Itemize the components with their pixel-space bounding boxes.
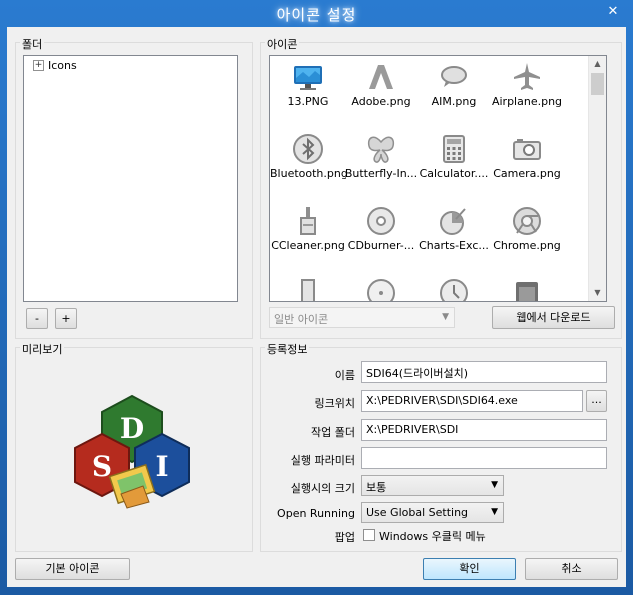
window-title: 아이콘 설정: [276, 6, 357, 24]
icon-item[interactable]: CDburner-...: [343, 204, 419, 252]
icon-item[interactable]: Airplane.png: [489, 60, 565, 108]
icon-label: AIM.png: [431, 95, 477, 108]
params-label: 실행 파라미터: [290, 454, 355, 467]
icon-item[interactable]: Camera.png: [489, 132, 565, 180]
open-running-label: Open Running: [277, 507, 355, 520]
work-folder-field[interactable]: X:\PEDRIVER\SDI: [361, 419, 607, 441]
icon-label: Adobe.png: [351, 95, 411, 108]
open-running-select[interactable]: Use Global Setting ▼: [361, 502, 504, 523]
icon-item[interactable]: Charts-Exc...: [416, 204, 492, 252]
scroll-thumb[interactable]: [591, 73, 604, 95]
icon-label: Bluetooth.png: [270, 167, 346, 180]
icon-item[interactable]: AIM.png: [416, 60, 492, 108]
svg-text:I: I: [155, 450, 168, 483]
folder-group-label: 폴더: [20, 36, 45, 52]
icon-label: CDburner-...: [347, 239, 415, 252]
title-bar[interactable]: 아이콘 설정 ✕: [0, 0, 633, 27]
scroll-up-arrow-icon[interactable]: ▲: [589, 56, 606, 72]
preview-group-label: 미리보기: [20, 341, 65, 357]
scroll-down-arrow-icon[interactable]: ▼: [589, 285, 606, 301]
svg-text:D: D: [120, 412, 144, 445]
icon-label: Camera.png: [493, 167, 561, 180]
popup-label: 팝업: [334, 531, 355, 544]
butterfly-icon: [367, 136, 395, 163]
icon-label: Chrome.png: [493, 239, 561, 252]
icon-grid[interactable]: 13.PNG Adobe.png AIM.png Airplane.png Bl…: [269, 55, 607, 302]
chevron-down-icon: ▼: [442, 312, 449, 322]
icon-label: Calculator....: [419, 167, 489, 180]
run-size-value: 보통: [366, 481, 387, 494]
chevron-down-icon: ▼: [491, 480, 498, 490]
open-running-value: Use Global Setting: [366, 506, 469, 519]
browse-button[interactable]: ...: [586, 390, 607, 412]
icon-item[interactable]: 13.PNG: [270, 60, 346, 108]
ccleaner-icon: [300, 207, 316, 235]
cd-icon: [367, 207, 395, 235]
icon-grid-scrollbar[interactable]: ▲ ▼: [588, 56, 606, 301]
icon-label: Airplane.png: [491, 95, 563, 108]
work-folder-label: 작업 폴더: [311, 426, 355, 439]
icon-item[interactable]: Bluetooth.png: [270, 132, 346, 180]
tree-item-icons[interactable]: Icons: [48, 59, 77, 72]
icon-category-value: 일반 아이콘: [274, 313, 329, 326]
default-icon-button[interactable]: 기본 아이콘: [15, 558, 130, 580]
clock-icon: [440, 279, 468, 301]
icon-item[interactable]: CCleaner.png: [270, 204, 346, 252]
web-download-button[interactable]: 웹에서 다운로드: [492, 306, 615, 329]
add-folder-button[interactable]: +: [55, 308, 77, 329]
icon-label: Butterfly-In...: [344, 167, 418, 180]
camera-icon: [513, 139, 541, 160]
icon-item[interactable]: Calculator....: [416, 132, 492, 180]
name-label: 이름: [334, 369, 355, 382]
icon-group-label: 아이콘: [265, 36, 300, 52]
console-icon: [516, 282, 538, 301]
close-button[interactable]: ✕: [603, 3, 623, 21]
icon-category-select[interactable]: 일반 아이콘 ▼: [269, 307, 455, 328]
run-size-select[interactable]: 보통 ▼: [361, 475, 504, 496]
run-size-label: 실행시의 크기: [290, 482, 355, 495]
cancel-button[interactable]: 취소: [525, 558, 618, 580]
icon-label: Charts-Exc...: [419, 239, 489, 252]
name-field[interactable]: SDI64(드라이버설치): [361, 361, 607, 383]
bluetooth-icon: [293, 134, 323, 164]
airplane-icon: [514, 63, 540, 90]
icon-label: 13.PNG: [287, 95, 329, 108]
icon-item[interactable]: [489, 276, 565, 301]
chrome-icon: [513, 207, 541, 235]
icon-label: CCleaner.png: [271, 239, 345, 252]
windows-context-menu-checkbox[interactable]: [363, 529, 375, 541]
folder-tree[interactable]: + Icons: [23, 55, 238, 302]
calculator-icon: [443, 135, 465, 163]
charts-icon: [440, 208, 466, 235]
aim-icon: [441, 66, 467, 87]
icon-item[interactable]: [416, 276, 492, 301]
icon-item[interactable]: Adobe.png: [343, 60, 419, 108]
link-location-label: 링크위치: [314, 397, 355, 410]
dialog-window: 아이콘 설정 ✕ 폴더 + Icons - + 아이콘 13.PNG Adobe…: [0, 0, 633, 595]
params-field[interactable]: [361, 447, 607, 469]
dialog-body: 폴더 + Icons - + 아이콘 13.PNG Adobe.png AIM.…: [7, 27, 626, 587]
icon-item[interactable]: Chrome.png: [489, 204, 565, 252]
ok-button[interactable]: 확인: [423, 558, 516, 580]
chevron-down-icon: ▼: [491, 507, 498, 517]
adobe-icon: [369, 65, 393, 89]
tree-expand-toggle[interactable]: +: [33, 60, 44, 71]
icon-item[interactable]: [270, 276, 346, 301]
disc-icon: [367, 279, 395, 301]
windows-context-menu-label[interactable]: Windows 우클릭 메뉴: [379, 528, 486, 544]
remove-folder-button[interactable]: -: [26, 308, 48, 329]
sdi-app-icon: D S I: [74, 394, 190, 509]
icon-item[interactable]: Butterfly-In...: [343, 132, 419, 180]
memory-chip-icon: [301, 279, 315, 301]
monitor-icon: [294, 66, 322, 90]
icon-item[interactable]: [343, 276, 419, 301]
svg-text:S: S: [92, 450, 112, 483]
link-location-field[interactable]: X:\PEDRIVER\SDI\SDI64.exe: [361, 390, 583, 412]
registration-group-label: 등록정보: [265, 341, 310, 357]
